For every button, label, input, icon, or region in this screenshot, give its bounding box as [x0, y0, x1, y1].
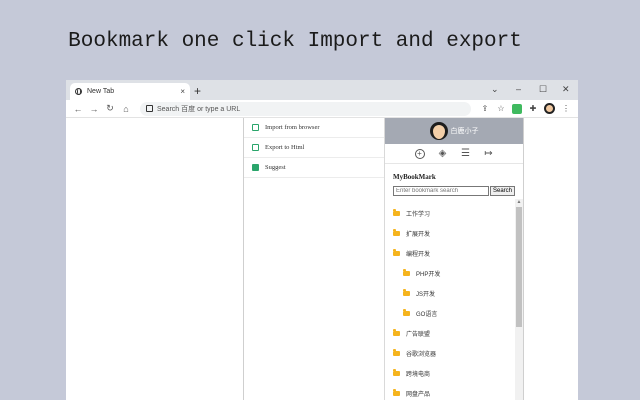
extension-popup: Import from browser Export to Html Sugge…: [243, 118, 524, 400]
layers-icon[interactable]: ◈: [438, 148, 448, 159]
address-bar[interactable]: Search 百度 or type a URL: [140, 101, 471, 116]
tab-title: New Tab: [87, 88, 115, 95]
back-icon[interactable]: ←: [70, 104, 86, 114]
maximize-button[interactable]: ☐: [539, 82, 547, 96]
bookmark-extension-icon[interactable]: [512, 103, 522, 114]
minimize-button[interactable]: –: [516, 82, 521, 96]
bookmark-search-input[interactable]: [393, 186, 489, 196]
folder-label: 编程开发: [406, 251, 431, 258]
folder-icon: [403, 289, 410, 296]
import-icon: [252, 124, 259, 131]
add-icon[interactable]: +: [414, 148, 425, 159]
search-button[interactable]: Search: [490, 186, 516, 196]
bookmark-tree: 工作学习扩展开发编程开发 PHP开发 JS开发 GO语言广告联盟谷歌浏览器跨境电商网盘…: [385, 203, 517, 400]
logout-icon[interactable]: ↦: [484, 148, 494, 159]
browser-window: New Tab × + ⌄ – ☐ ✕ ← → ↻ ⌂ Search 百度 or…: [66, 80, 578, 400]
share-icon[interactable]: ⇪: [477, 104, 493, 113]
search-row: Search: [393, 186, 523, 196]
browser-toolbar: ← → ↻ ⌂ Search 百度 or type a URL ⇪ ☆ ✚ ⋮: [66, 100, 578, 118]
folder-label: 扩展开发: [406, 231, 431, 238]
bookmark-folder-item[interactable]: GO语言: [385, 303, 517, 323]
username: 白鹿小子: [450, 128, 479, 135]
bookmark-panel: 白鹿小子 + ◈ ☰ ↦ MyBookMark Search 工作学习扩展开发编…: [385, 118, 523, 400]
menu-item-suggest[interactable]: Suggest: [244, 158, 384, 178]
reload-icon[interactable]: ↻: [102, 103, 118, 114]
folder-label: 网盘产品: [406, 391, 431, 398]
headline: Bookmark one click Import and export: [68, 30, 522, 53]
menu-item-label: Import from browser: [265, 124, 320, 131]
user-avatar: [429, 122, 448, 140]
folder-label: GO语言: [416, 311, 438, 318]
folder-label: 广告联盟: [406, 331, 431, 338]
user-header: 白鹿小子: [385, 118, 523, 144]
list-title: MyBookMark: [393, 173, 436, 181]
tab-search-icon[interactable]: ⌄: [491, 82, 499, 96]
bookmark-folder-item[interactable]: 扩展开发: [385, 223, 517, 243]
bookmark-folder-item[interactable]: JS开发: [385, 283, 517, 303]
popup-menu: Import from browser Export to Html Sugge…: [244, 118, 385, 400]
scrollbar-thumb[interactable]: [516, 207, 522, 327]
bookmark-folder-item[interactable]: 广告联盟: [385, 323, 517, 343]
bookmark-folder-item[interactable]: 跨境电商: [385, 363, 517, 383]
close-icon[interactable]: ×: [180, 87, 185, 96]
globe-icon: [75, 88, 82, 95]
menu-lines-icon[interactable]: ☰: [461, 148, 471, 159]
folder-label: JS开发: [416, 291, 436, 298]
more-icon[interactable]: ⋮: [558, 104, 574, 113]
bookmark-folder-item[interactable]: 网盘产品: [385, 383, 517, 400]
folder-label: PHP开发: [416, 271, 441, 278]
folder-icon: [393, 249, 400, 256]
menu-item-label: Export to Html: [265, 144, 305, 151]
tab-new-tab[interactable]: New Tab ×: [70, 83, 190, 100]
star-icon[interactable]: ☆: [493, 104, 509, 113]
home-icon[interactable]: ⌂: [118, 104, 134, 114]
scroll-up-icon[interactable]: ▲: [515, 199, 523, 205]
folder-icon: [393, 349, 400, 356]
search-engine-icon: [146, 105, 153, 112]
menu-item-label: Suggest: [265, 164, 286, 171]
suggest-icon: [252, 164, 259, 171]
bookmark-folder-item[interactable]: 工作学习: [385, 203, 517, 223]
tab-bar: New Tab × + ⌄ – ☐ ✕: [66, 80, 578, 100]
folder-icon: [403, 269, 410, 276]
folder-icon: [393, 369, 400, 376]
menu-item-import[interactable]: Import from browser: [244, 118, 384, 138]
folder-icon: [393, 209, 400, 216]
bookmark-folder-item[interactable]: 谷歌浏览器: [385, 343, 517, 363]
menu-item-export[interactable]: Export to Html: [244, 138, 384, 158]
forward-icon[interactable]: →: [86, 104, 102, 114]
address-placeholder: Search 百度 or type a URL: [157, 105, 241, 113]
folder-icon: [403, 309, 410, 316]
bookmark-folder-item[interactable]: PHP开发: [385, 263, 517, 283]
panel-action-bar: + ◈ ☰ ↦: [385, 144, 523, 164]
folder-icon: [393, 389, 400, 396]
folder-label: 工作学习: [406, 211, 431, 218]
close-window-button[interactable]: ✕: [562, 82, 570, 96]
bookmark-folder-item[interactable]: 编程开发: [385, 243, 517, 263]
folder-icon: [393, 329, 400, 336]
profile-avatar[interactable]: [544, 103, 555, 114]
folder-label: 谷歌浏览器: [406, 351, 437, 358]
scrollbar[interactable]: ▲: [515, 199, 523, 400]
puzzle-icon[interactable]: ✚: [525, 104, 541, 113]
folder-label: 跨境电商: [406, 371, 431, 378]
new-tab-button[interactable]: +: [194, 83, 201, 99]
folder-icon: [393, 229, 400, 236]
export-icon: [252, 144, 259, 151]
